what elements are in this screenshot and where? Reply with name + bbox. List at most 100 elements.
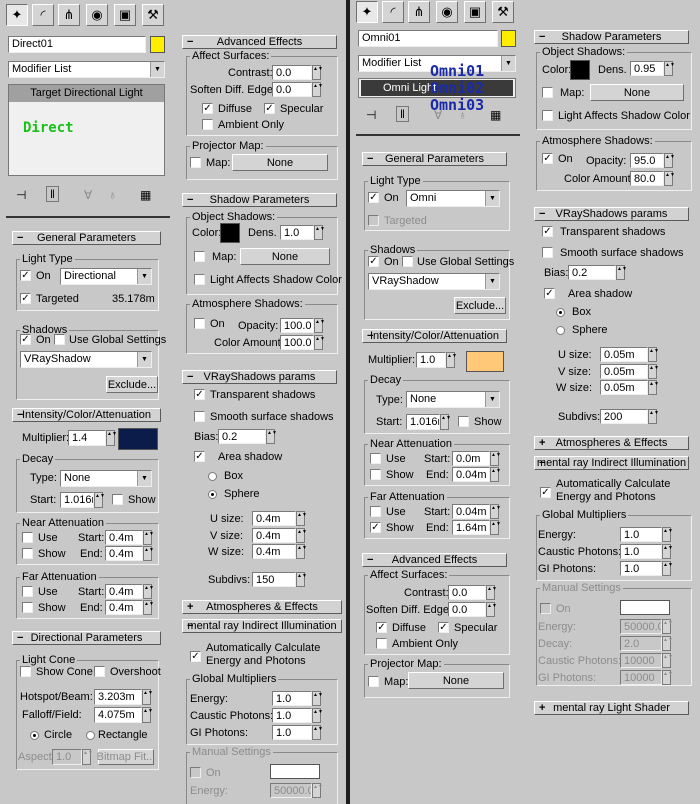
make-unique-icon[interactable]: ∀ bbox=[434, 108, 442, 122]
bias-input[interactable]: 0.2 bbox=[568, 265, 616, 280]
shadow-type-dropdown[interactable]: VRayShadow ▼ bbox=[20, 351, 152, 368]
rectangle-radio[interactable] bbox=[86, 731, 95, 740]
shadow-color-swatch[interactable] bbox=[570, 60, 590, 80]
decay-type-dropdown[interactable]: None ▼ bbox=[406, 391, 500, 408]
near-show-checkbox[interactable] bbox=[370, 469, 381, 480]
object-color-swatch[interactable] bbox=[150, 36, 165, 53]
use-global-checkbox[interactable] bbox=[54, 334, 65, 345]
show-end-result-icon[interactable]: ‖ bbox=[396, 106, 409, 122]
subdivs-spinner[interactable]: ▲▼ bbox=[296, 572, 307, 587]
gi-photons-input[interactable]: 1.0 bbox=[620, 561, 662, 576]
rollout-advanced-effects[interactable]: − Advanced Effects bbox=[182, 35, 337, 49]
configure-icon[interactable]: ▦ bbox=[140, 188, 151, 202]
subdivs-input[interactable]: 200 bbox=[600, 409, 648, 424]
create-tab-pointer-icon[interactable]: ✦ bbox=[356, 1, 378, 23]
decay-show-checkbox[interactable] bbox=[458, 416, 469, 427]
projector-map-button[interactable]: None bbox=[232, 154, 328, 171]
multiplier-spinner[interactable]: ▲▼ bbox=[446, 352, 457, 368]
light-affects-shadow-checkbox[interactable] bbox=[542, 110, 553, 121]
decay-type-dropdown[interactable]: None ▼ bbox=[60, 470, 152, 487]
hotspot-spinner[interactable]: ▲▼ bbox=[142, 689, 153, 705]
color-amount-spinner[interactable]: ▲▼ bbox=[314, 335, 325, 350]
overshoot-checkbox[interactable] bbox=[94, 666, 105, 677]
shadow-type-dropdown[interactable]: VRayShadow ▼ bbox=[368, 273, 500, 290]
soften-input[interactable]: 0.0 bbox=[448, 602, 486, 617]
energy-spinner[interactable]: ▲▼ bbox=[662, 527, 673, 542]
color-amount-input[interactable]: 100.0 bbox=[280, 335, 314, 350]
near-start-input[interactable]: 0.4m bbox=[105, 530, 143, 545]
projector-map-checkbox[interactable] bbox=[368, 676, 379, 687]
modify-tab-curve-icon[interactable]: ◜ bbox=[382, 1, 404, 23]
specular-checkbox[interactable]: ✓ bbox=[264, 103, 275, 114]
far-end-input[interactable]: 0.4m bbox=[105, 600, 143, 615]
area-shadow-checkbox[interactable]: ✓ bbox=[194, 451, 205, 462]
far-start-spinner[interactable]: ▲▼ bbox=[143, 584, 154, 599]
decay-start-spinner[interactable]: ▲▼ bbox=[440, 414, 451, 430]
gi-photons-input[interactable]: 1.0 bbox=[272, 725, 312, 740]
subdivs-input[interactable]: 150 bbox=[252, 572, 296, 587]
soften-spinner[interactable]: ▲▼ bbox=[312, 82, 323, 97]
targeted-checkbox[interactable] bbox=[368, 215, 379, 226]
far-start-spinner[interactable]: ▲▼ bbox=[490, 504, 501, 519]
bitmap-fit-button[interactable]: Bitmap Fit... bbox=[97, 749, 155, 765]
shadow-map-button[interactable]: None bbox=[240, 248, 330, 265]
w-size-input[interactable]: 0.05m bbox=[600, 380, 648, 395]
opacity-spinner[interactable]: ▲▼ bbox=[664, 153, 675, 168]
rollout-vrayshadows-params[interactable]: − VRayShadows params bbox=[182, 370, 337, 384]
display-tab-icon[interactable]: ▣ bbox=[114, 4, 136, 26]
modifier-list-dropdown[interactable]: Modifier List ▼ bbox=[8, 61, 165, 78]
rollout-atmospheres-effects[interactable]: + Atmospheres & Effects bbox=[182, 600, 342, 614]
subdivs-spinner[interactable]: ▲▼ bbox=[648, 409, 659, 424]
contrast-input[interactable]: 0.0 bbox=[272, 65, 312, 80]
show-end-result-icon[interactable]: ‖ bbox=[46, 186, 59, 202]
contrast-spinner[interactable]: ▲▼ bbox=[312, 65, 323, 80]
auto-calculate-checkbox[interactable]: ✓ bbox=[190, 651, 201, 662]
far-end-input[interactable]: 1.64m bbox=[452, 520, 490, 535]
v-size-input[interactable]: 0.05m bbox=[600, 364, 648, 379]
shadow-map-checkbox[interactable] bbox=[542, 87, 553, 98]
light-on-checkbox[interactable]: ✓ bbox=[368, 192, 379, 203]
v-size-spinner[interactable]: ▲▼ bbox=[296, 528, 307, 543]
rollout-general-parameters[interactable]: − General Parameters bbox=[362, 152, 507, 166]
display-tab-icon[interactable]: ▣ bbox=[464, 1, 486, 23]
ambient-only-checkbox[interactable] bbox=[202, 119, 213, 130]
configure-icon[interactable]: ▦ bbox=[490, 108, 501, 122]
near-start-spinner[interactable]: ▲▼ bbox=[490, 451, 501, 466]
manual-energy-input[interactable]: 50000.0 bbox=[270, 783, 312, 798]
atmo-on-checkbox[interactable]: ✓ bbox=[542, 153, 553, 164]
gi-photons-spinner[interactable]: ▲▼ bbox=[662, 561, 673, 576]
box-radio[interactable] bbox=[556, 308, 565, 317]
circle-radio[interactable] bbox=[30, 731, 39, 740]
u-size-input[interactable]: 0.05m bbox=[600, 347, 648, 362]
make-unique-icon[interactable]: ∀ bbox=[84, 188, 92, 202]
smooth-surface-checkbox[interactable] bbox=[194, 411, 205, 422]
decay-show-checkbox[interactable] bbox=[112, 494, 123, 505]
bias-spinner[interactable]: ▲▼ bbox=[266, 429, 277, 444]
far-end-spinner[interactable]: ▲▼ bbox=[490, 520, 501, 535]
manual-energy-spinner[interactable]: ▲▼ bbox=[662, 619, 673, 634]
near-end-spinner[interactable]: ▲▼ bbox=[490, 467, 501, 482]
dens-input[interactable]: 1.0 bbox=[280, 225, 314, 240]
near-use-checkbox[interactable] bbox=[370, 453, 381, 464]
shadow-color-swatch[interactable] bbox=[220, 223, 240, 243]
light-type-dropdown[interactable]: Directional ▼ bbox=[60, 268, 152, 285]
rollout-shadow-parameters[interactable]: − Shadow Parameters bbox=[534, 30, 689, 44]
stack-item-target-directional-light[interactable]: Target Directional Light bbox=[9, 85, 164, 102]
manual-on-checkbox[interactable] bbox=[190, 767, 201, 778]
rollout-intensity[interactable]: − Intensity/Color/Attenuation bbox=[362, 329, 507, 343]
manual-decay-spinner[interactable]: ▲▼ bbox=[662, 636, 673, 651]
near-start-input[interactable]: 0.0m bbox=[452, 451, 490, 466]
near-end-input[interactable]: 0.04m bbox=[452, 467, 490, 482]
decay-start-input[interactable]: 1.016m bbox=[60, 492, 94, 508]
far-use-checkbox[interactable] bbox=[22, 586, 33, 597]
u-size-spinner[interactable]: ▲▼ bbox=[296, 511, 307, 526]
pin-icon[interactable]: ⊣ bbox=[16, 188, 26, 202]
create-tab-pointer-icon[interactable]: ✦ bbox=[6, 4, 28, 26]
u-size-spinner[interactable]: ▲▼ bbox=[648, 347, 659, 362]
caustic-photons-spinner[interactable]: ▲▼ bbox=[312, 708, 323, 723]
manual-caustic-spinner[interactable]: ▲▼ bbox=[662, 653, 673, 668]
light-type-dropdown[interactable]: Omni ▼ bbox=[406, 190, 500, 207]
manual-decay-input[interactable]: 2.0 bbox=[620, 636, 662, 651]
color-amount-spinner[interactable]: ▲▼ bbox=[664, 171, 675, 186]
energy-spinner[interactable]: ▲▼ bbox=[312, 691, 323, 706]
